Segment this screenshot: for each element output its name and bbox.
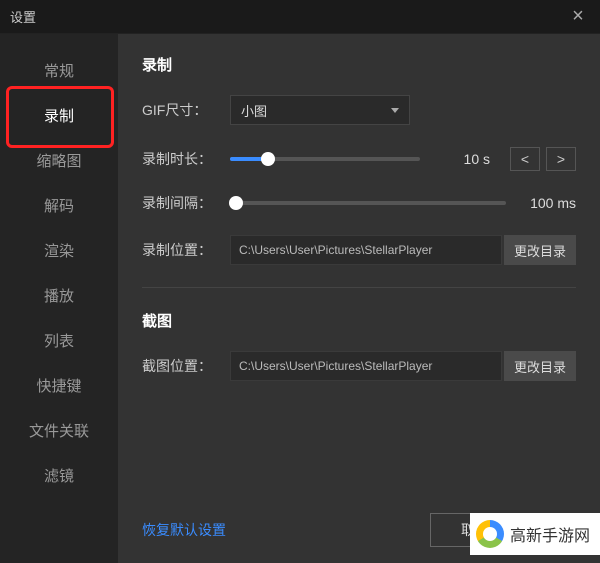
duration-increase-button[interactable]: > [546, 147, 576, 171]
gif-size-label: GIF尺寸： [142, 100, 230, 120]
interval-slider-thumb[interactable] [229, 196, 243, 210]
duration-value: 10 [464, 151, 480, 167]
reset-defaults-link[interactable]: 恢复默认设置 [142, 520, 226, 540]
section-title-screenshot: 截图 [142, 310, 576, 331]
main-panel: 录制 GIF尺寸： 小图 录制时长： 10 s < > [118, 34, 600, 563]
duration-slider-thumb[interactable] [261, 152, 275, 166]
chevron-down-icon [391, 108, 399, 113]
interval-slider[interactable] [230, 201, 506, 205]
gif-size-value: 小图 [241, 101, 267, 120]
interval-value: 100 [530, 195, 553, 211]
close-icon[interactable]: × [566, 5, 590, 29]
duration-slider[interactable] [230, 157, 420, 161]
watermark: 高新手游网 [470, 513, 600, 555]
sidebar-item-list[interactable]: 列表 [0, 318, 118, 363]
screenshot-location-input[interactable]: C:\Users\User\Pictures\StellarPlayer [230, 351, 502, 381]
sidebar-item-thumbnail[interactable]: 缩略图 [0, 138, 118, 183]
interval-unit: ms [557, 195, 576, 211]
sidebar-item-hotkeys[interactable]: 快捷键 [0, 363, 118, 408]
record-location-input[interactable]: C:\Users\User\Pictures\StellarPlayer [230, 235, 502, 265]
gif-size-select[interactable]: 小图 [230, 95, 410, 125]
section-title-record: 录制 [142, 54, 576, 75]
sidebar-item-decode[interactable]: 解码 [0, 183, 118, 228]
window-title: 设置 [10, 7, 36, 26]
screenshot-change-dir-button[interactable]: 更改目录 [504, 351, 576, 381]
interval-label: 录制间隔： [142, 193, 230, 213]
sidebar-item-filter[interactable]: 滤镜 [0, 453, 118, 498]
divider [142, 287, 576, 288]
duration-unit: s [483, 151, 490, 167]
screenshot-location-label: 截图位置： [142, 356, 230, 376]
duration-label: 录制时长： [142, 149, 230, 169]
sidebar-item-render[interactable]: 渲染 [0, 228, 118, 273]
sidebar-item-record[interactable]: 录制 [0, 93, 118, 138]
record-location-label: 录制位置： [142, 240, 230, 260]
sidebar-item-file-assoc[interactable]: 文件关联 [0, 408, 118, 453]
sidebar: 常规 录制 缩略图 解码 渲染 播放 列表 快捷键 文件关联 滤镜 [0, 34, 118, 563]
titlebar: 设置 × [0, 0, 600, 34]
sidebar-item-playback[interactable]: 播放 [0, 273, 118, 318]
watermark-logo-icon [476, 520, 504, 548]
watermark-text: 高新手游网 [510, 522, 590, 546]
sidebar-item-general[interactable]: 常规 [0, 48, 118, 93]
duration-decrease-button[interactable]: < [510, 147, 540, 171]
record-change-dir-button[interactable]: 更改目录 [504, 235, 576, 265]
